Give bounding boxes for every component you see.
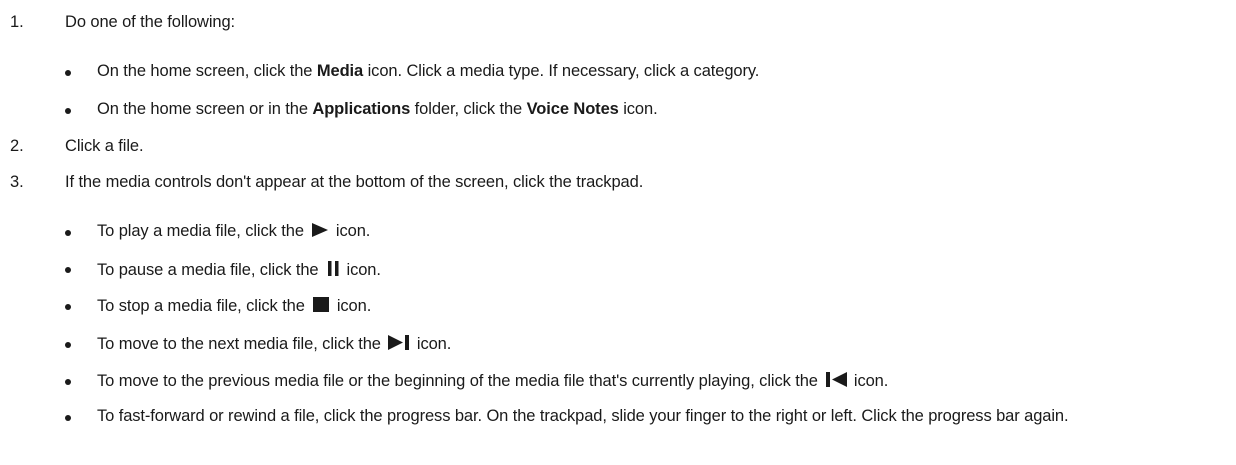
step-text: If the media controls don't appear at th… [65, 173, 644, 191]
bullet-text: To fast-forward or rewind a file, click … [97, 407, 1069, 425]
bullet-dot-icon [65, 415, 71, 421]
stop-icon [312, 297, 329, 312]
bullet-dot-icon [65, 342, 71, 348]
bullet-text: On the home screen or in the Application… [97, 100, 658, 118]
bullet-text: To stop a media file, click the icon. [97, 297, 372, 315]
bullet-text: To move to the next media file, click th… [97, 335, 452, 353]
step-text: Click a file. [65, 137, 144, 155]
step-text: Do one of the following: [65, 13, 236, 31]
bullet-dot-icon [65, 379, 71, 385]
step-number: 2. [10, 137, 24, 155]
bold-term-applications: Applications [312, 100, 411, 118]
bullet-text: To move to the previous media file or th… [97, 372, 889, 390]
pause-icon [327, 261, 338, 276]
bullet-text: To pause a media file, click the icon. [97, 261, 381, 279]
bullet-dot-icon [65, 70, 71, 76]
bullet-dot-icon [65, 230, 71, 236]
previous-track-icon [825, 372, 847, 387]
play-icon [311, 223, 328, 237]
bullet-text: To play a media file, click the icon. [97, 222, 371, 240]
bullet-dot-icon [65, 304, 71, 310]
instruction-document: 1. Do one of the following: On the home … [0, 0, 1236, 465]
bullet-text: On the home screen, click the Media icon… [97, 62, 760, 80]
step-number: 1. [10, 13, 24, 31]
bold-term-voice-notes: Voice Notes [526, 100, 619, 118]
bullet-dot-icon [65, 267, 71, 273]
next-track-icon [387, 335, 409, 350]
step-number: 3. [10, 173, 24, 191]
bold-term-media: Media [316, 62, 364, 80]
bullet-dot-icon [65, 108, 71, 114]
